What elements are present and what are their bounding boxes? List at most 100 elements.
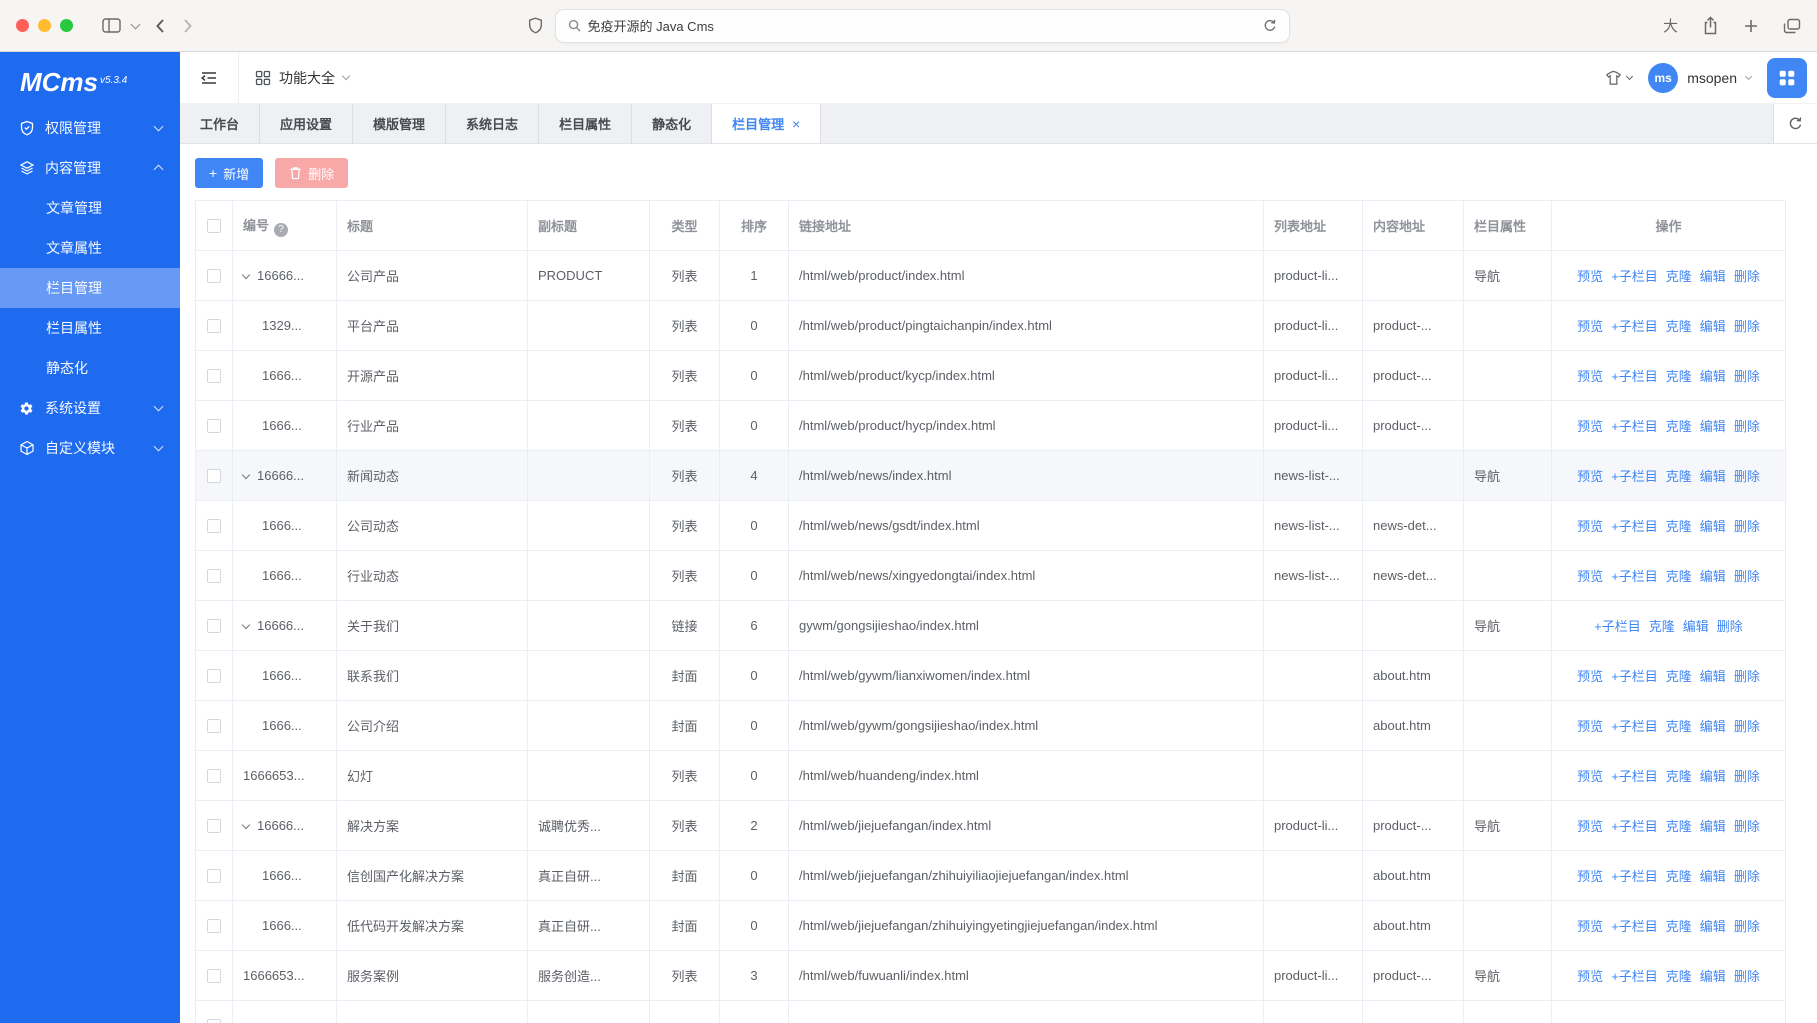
clone-link[interactable]: 克隆 — [1666, 869, 1692, 884]
delete-link[interactable]: 删除 — [1734, 469, 1760, 484]
delete-link[interactable]: 删除 — [1734, 769, 1760, 784]
sidebar-item-system-settings[interactable]: 系统设置 — [0, 388, 180, 428]
preview-link[interactable]: 预览 — [1577, 319, 1603, 334]
reload-icon[interactable] — [1263, 18, 1277, 33]
apps-grid-button[interactable] — [1767, 58, 1807, 98]
add-child-link[interactable]: +子栏目 — [1611, 469, 1658, 484]
row-checkbox[interactable] — [207, 919, 221, 933]
clone-link[interactable]: 克隆 — [1666, 269, 1692, 284]
add-child-link[interactable]: +子栏目 — [1611, 369, 1658, 384]
expand-icon[interactable] — [242, 621, 250, 629]
maximize-window-button[interactable] — [60, 19, 73, 32]
row-checkbox[interactable] — [207, 369, 221, 383]
row-checkbox[interactable] — [207, 819, 221, 833]
refresh-tab-icon[interactable] — [1773, 104, 1817, 143]
edit-link[interactable]: 编辑 — [1700, 269, 1726, 284]
preview-link[interactable]: 预览 — [1577, 269, 1603, 284]
row-checkbox[interactable] — [207, 269, 221, 283]
delete-link[interactable]: 删除 — [1734, 669, 1760, 684]
sidebar-item-column-attr[interactable]: 栏目属性 — [0, 308, 180, 348]
sidebar-item-article-attr[interactable]: 文章属性 — [0, 228, 180, 268]
all-features-menu[interactable]: 功能大全 — [239, 68, 365, 88]
row-checkbox[interactable] — [207, 519, 221, 533]
delete-link[interactable]: 删除 — [1717, 619, 1743, 634]
clone-link[interactable]: 克隆 — [1666, 669, 1692, 684]
row-checkbox[interactable] — [207, 869, 221, 883]
edit-link[interactable]: 编辑 — [1700, 919, 1726, 934]
clone-link[interactable]: 克隆 — [1666, 419, 1692, 434]
preview-link[interactable]: 预览 — [1577, 919, 1603, 934]
help-icon[interactable]: ? — [274, 223, 288, 237]
user-menu[interactable]: ms msopen — [1648, 63, 1751, 93]
edit-link[interactable]: 编辑 — [1700, 569, 1726, 584]
add-child-link[interactable]: +子栏目 — [1611, 769, 1658, 784]
preview-link[interactable]: 预览 — [1577, 769, 1603, 784]
tab-column-manage[interactable]: 栏目管理 × — [712, 104, 821, 143]
sidebar-toggle-icon[interactable] — [102, 18, 121, 33]
row-checkbox[interactable] — [207, 769, 221, 783]
preview-link[interactable]: 预览 — [1577, 869, 1603, 884]
row-checkbox[interactable] — [207, 319, 221, 333]
clone-link[interactable]: 克隆 — [1666, 569, 1692, 584]
menu-fold-icon[interactable] — [180, 52, 239, 103]
sidebar-item-static[interactable]: 静态化 — [0, 348, 180, 388]
edit-link[interactable]: 编辑 — [1700, 469, 1726, 484]
clone-link[interactable]: 克隆 — [1666, 719, 1692, 734]
translate-icon[interactable]: 大 — [1663, 15, 1678, 36]
row-checkbox[interactable] — [207, 469, 221, 483]
expand-icon[interactable] — [242, 271, 250, 279]
minimize-window-button[interactable] — [38, 19, 51, 32]
edit-link[interactable]: 编辑 — [1700, 369, 1726, 384]
delete-link[interactable]: 删除 — [1734, 569, 1760, 584]
edit-link[interactable]: 编辑 — [1700, 819, 1726, 834]
tab-system-log[interactable]: 系统日志 — [446, 104, 539, 143]
clone-link[interactable]: 克隆 — [1666, 469, 1692, 484]
tab-workbench[interactable]: 工作台 — [180, 104, 260, 143]
add-child-link[interactable]: +子栏目 — [1611, 819, 1658, 834]
delete-link[interactable]: 删除 — [1734, 269, 1760, 284]
share-icon[interactable] — [1702, 16, 1719, 36]
delete-link[interactable]: 删除 — [1734, 369, 1760, 384]
preview-link[interactable]: 预览 — [1577, 719, 1603, 734]
sidebar-item-content[interactable]: 内容管理 — [0, 148, 180, 188]
row-checkbox[interactable] — [207, 669, 221, 683]
sidebar-item-article-manage[interactable]: 文章管理 — [0, 188, 180, 228]
row-checkbox[interactable] — [207, 569, 221, 583]
preview-link[interactable]: 预览 — [1577, 669, 1603, 684]
add-button[interactable]: + 新增 — [195, 158, 263, 188]
sidebar-item-column-manage[interactable]: 栏目管理 — [0, 268, 180, 308]
edit-link[interactable]: 编辑 — [1700, 869, 1726, 884]
edit-link[interactable]: 编辑 — [1700, 769, 1726, 784]
chevron-down-icon[interactable] — [131, 19, 141, 29]
clone-link[interactable]: 克隆 — [1666, 969, 1692, 984]
tab-template-manage[interactable]: 模版管理 — [353, 104, 446, 143]
preview-link[interactable]: 预览 — [1577, 819, 1603, 834]
add-child-link[interactable]: +子栏目 — [1611, 269, 1658, 284]
select-all-checkbox[interactable] — [207, 219, 221, 233]
theme-switcher[interactable] — [1605, 70, 1632, 86]
clone-link[interactable]: 克隆 — [1666, 769, 1692, 784]
delete-link[interactable]: 删除 — [1734, 719, 1760, 734]
row-checkbox[interactable] — [207, 719, 221, 733]
privacy-shield-icon[interactable] — [528, 17, 543, 34]
delete-button[interactable]: 删除 — [275, 158, 348, 188]
edit-link[interactable]: 编辑 — [1700, 719, 1726, 734]
row-checkbox[interactable] — [207, 969, 221, 983]
add-child-link[interactable]: +子栏目 — [1611, 719, 1658, 734]
delete-link[interactable]: 删除 — [1734, 519, 1760, 534]
preview-link[interactable]: 预览 — [1577, 519, 1603, 534]
back-button[interactable] — [155, 18, 165, 34]
edit-link[interactable]: 编辑 — [1700, 519, 1726, 534]
expand-icon[interactable] — [242, 821, 250, 829]
tab-static[interactable]: 静态化 — [632, 104, 712, 143]
preview-link[interactable]: 预览 — [1577, 569, 1603, 584]
add-child-link[interactable]: +子栏目 — [1611, 969, 1658, 984]
delete-link[interactable]: 删除 — [1734, 919, 1760, 934]
delete-link[interactable]: 删除 — [1734, 319, 1760, 334]
expand-icon[interactable] — [242, 471, 250, 479]
add-child-link[interactable]: +子栏目 — [1611, 869, 1658, 884]
edit-link[interactable]: 编辑 — [1683, 619, 1709, 634]
tabs-overview-icon[interactable] — [1783, 18, 1801, 34]
close-window-button[interactable] — [16, 19, 29, 32]
clone-link[interactable]: 克隆 — [1666, 919, 1692, 934]
